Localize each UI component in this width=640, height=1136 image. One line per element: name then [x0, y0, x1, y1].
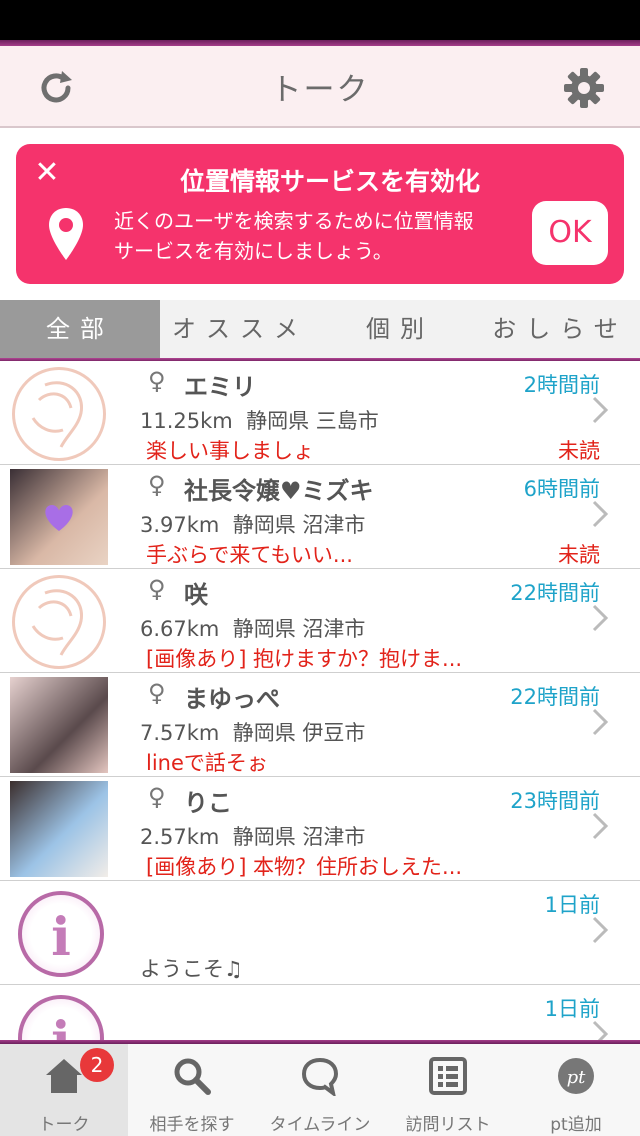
- status-bar: [0, 0, 640, 40]
- tab-recommended[interactable]: オススメ: [160, 300, 320, 358]
- distance: 11.25km: [140, 409, 233, 433]
- distance: 7.57km: [140, 721, 220, 745]
- banner-body-line2: サービスを有効にしましょう。: [114, 239, 393, 263]
- svg-text:i: i: [51, 1011, 71, 1040]
- chevron-right-icon: [592, 1020, 609, 1040]
- tabbar-label: 訪問リスト: [405, 1115, 491, 1135]
- user-name: まゆっぺ: [184, 685, 280, 713]
- distance-location: 2.57km 静岡県 沼津市: [140, 821, 365, 851]
- gender-icon: ♀: [148, 471, 166, 499]
- unread-badge: 未読: [558, 543, 600, 567]
- points-coin-icon: pt: [558, 1058, 594, 1094]
- last-message: [画像あり] 抱けますか？抱けま...: [146, 647, 463, 671]
- user-name: 社長令嬢♥ミズキ: [184, 477, 374, 505]
- timestamp: 23時間前: [510, 789, 600, 813]
- info-icon: i: [18, 995, 104, 1040]
- location: 静岡県 沼津市: [232, 825, 366, 849]
- distance-location: 3.97km 静岡県 沼津市: [140, 509, 365, 539]
- last-message: 手ぶらで来てもいい...: [146, 543, 353, 567]
- tabbar-item-search[interactable]: 相手を探す: [128, 1044, 256, 1136]
- gender-icon: ♀: [148, 783, 166, 811]
- distance: 2.57km: [140, 825, 220, 849]
- avatar: [10, 469, 108, 565]
- chevron-right-icon: [592, 812, 609, 840]
- distance-location: 6.67km 静岡県 沼津市: [140, 613, 365, 643]
- list-item[interactable]: i 1日前: [0, 985, 640, 1040]
- header-bar: トーク: [0, 46, 640, 128]
- tab-notices[interactable]: おしらせ: [480, 300, 640, 358]
- distance: 6.67km: [140, 617, 220, 641]
- tab-all[interactable]: 全部: [0, 300, 160, 358]
- user-name: りこ: [184, 789, 232, 817]
- timestamp: 6時間前: [523, 477, 600, 501]
- gender-icon: ♀: [148, 679, 166, 707]
- banner-title: 位置情報サービスを有効化: [179, 167, 480, 196]
- avatar: [10, 677, 108, 773]
- tabbar-label: トーク: [38, 1115, 90, 1135]
- last-message: 楽しい事しましょ: [146, 439, 314, 463]
- tabbar-item-visits[interactable]: 訪問リスト: [384, 1044, 512, 1136]
- chevron-right-icon: [592, 396, 609, 424]
- timestamp: 22時間前: [510, 685, 600, 709]
- talk-list: ♀ エミリ 2時間前 11.25km 静岡県 三島市 楽しい事しましょ 未読 ♀…: [0, 361, 640, 1040]
- last-message: [画像あり] 本物？住所おしえた...: [146, 855, 463, 879]
- avatar: [10, 781, 108, 877]
- tabbar-item-talk[interactable]: 2 トーク: [0, 1044, 128, 1136]
- gender-icon: ♀: [148, 367, 166, 395]
- bottom-tab-bar: 2 トーク 相手を探す タイムライン 訪問リスト pt pt追加: [0, 1044, 640, 1136]
- list-icon: [429, 1057, 467, 1095]
- chevron-right-icon: [592, 916, 609, 944]
- home-icon: [46, 1059, 82, 1093]
- tab-individual[interactable]: 個別: [320, 300, 480, 358]
- tabbar-label: pt追加: [550, 1115, 602, 1135]
- location: 静岡県 沼津市: [232, 513, 366, 537]
- svg-text:i: i: [51, 907, 71, 968]
- ok-button[interactable]: OK: [532, 201, 608, 265]
- settings-button[interactable]: [560, 64, 608, 112]
- location: 静岡県 三島市: [246, 409, 379, 433]
- avatar: [12, 575, 106, 669]
- user-name: エミリ: [184, 373, 256, 401]
- notification-badge: 2: [80, 1048, 114, 1082]
- tabbar-item-points[interactable]: pt pt追加: [512, 1044, 640, 1136]
- list-item[interactable]: ♀ エミリ 2時間前 11.25km 静岡県 三島市 楽しい事しましょ 未読: [0, 361, 640, 465]
- filter-tabs: 全部 オススメ 個別 おしらせ: [0, 300, 640, 360]
- gear-icon: [564, 68, 604, 108]
- info-icon: i: [18, 891, 104, 977]
- list-item[interactable]: ♀ 咲 22時間前 6.67km 静岡県 沼津市 [画像あり] 抱けますか？抱け…: [0, 569, 640, 673]
- timestamp: 2時間前: [523, 373, 600, 397]
- tabbar-item-timeline[interactable]: タイムライン: [256, 1044, 384, 1136]
- avatar: [12, 367, 106, 461]
- chevron-right-icon: [592, 708, 609, 736]
- location: 静岡県 伊豆市: [232, 721, 366, 745]
- svg-text:pt: pt: [567, 1067, 587, 1088]
- banner-body: 近くのユーザを検索するために位置情報 サービスを有効にしましょう。: [114, 206, 534, 266]
- speech-bubble-icon: [301, 1057, 339, 1096]
- banner-body-line1: 近くのユーザを検索するために位置情報: [114, 209, 474, 233]
- last-message: lineで話そぉ: [146, 751, 268, 775]
- location-pin-icon: [49, 208, 83, 260]
- unread-badge: 未読: [558, 439, 600, 463]
- chevron-right-icon: [592, 500, 609, 528]
- list-item[interactable]: ♀ りこ 23時間前 2.57km 静岡県 沼津市 [画像あり] 本物？住所おし…: [0, 777, 640, 881]
- list-item[interactable]: ♀ まゆっぺ 22時間前 7.57km 静岡県 伊豆市 lineで話そぉ: [0, 673, 640, 777]
- page-title: トーク: [270, 72, 370, 108]
- gender-icon: ♀: [148, 575, 166, 603]
- search-icon: [174, 1058, 211, 1095]
- location: 静岡県 沼津市: [232, 617, 366, 641]
- distance-location: 11.25km 静岡県 三島市: [140, 405, 379, 435]
- list-item[interactable]: ♀ 社長令嬢♥ミズキ 6時間前 3.97km 静岡県 沼津市 手ぶらで来てもいい…: [0, 465, 640, 569]
- tabbar-label: 相手を探す: [149, 1115, 235, 1135]
- timestamp: 22時間前: [510, 581, 600, 605]
- chevron-right-icon: [592, 604, 609, 632]
- list-item[interactable]: i 1日前 ようこそ♫: [0, 881, 640, 985]
- user-name: 咲: [184, 581, 208, 609]
- tabbar-label: タイムライン: [269, 1115, 371, 1135]
- distance: 3.97km: [140, 513, 220, 537]
- last-message: ようこそ♫: [140, 957, 243, 981]
- distance-location: 7.57km 静岡県 伊豆市: [140, 717, 365, 747]
- location-service-banner: ✕ 位置情報サービスを有効化 近くのユーザを検索するために位置情報 サービスを有…: [16, 144, 624, 284]
